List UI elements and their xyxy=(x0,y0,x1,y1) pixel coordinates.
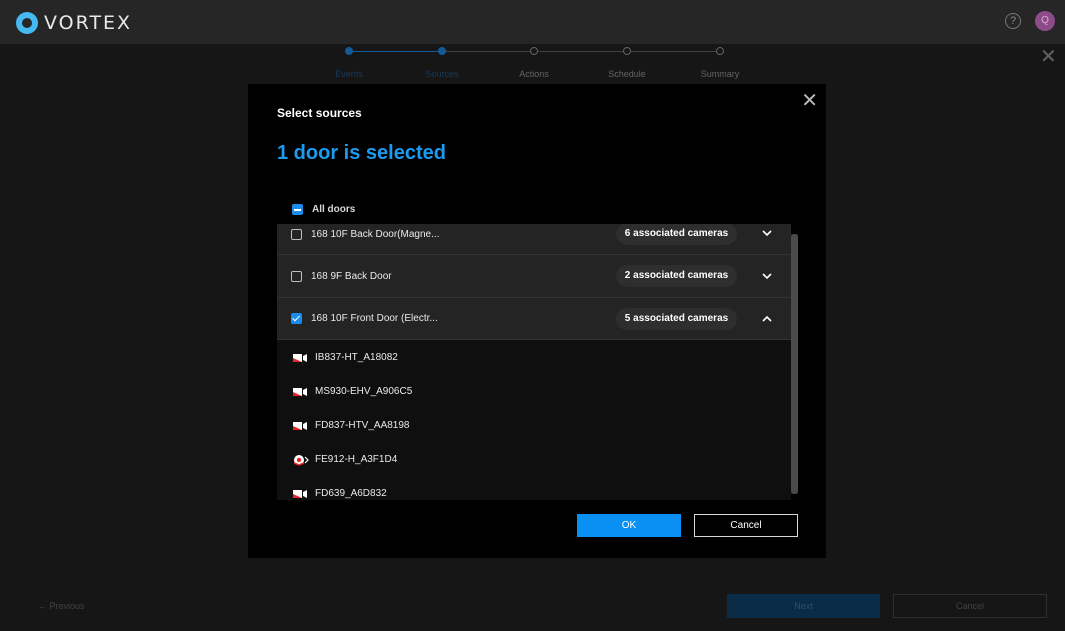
vortex-logo: VORTEX xyxy=(16,12,132,34)
associated-cameras-badge: 2 associated cameras xyxy=(616,265,737,287)
door-name: 168 10F Back Door(Magne... xyxy=(311,228,440,240)
camera-name: FD639_A6D832 xyxy=(315,487,387,499)
help-icon[interactable]: ? xyxy=(1005,13,1021,29)
camera-row: FE912-H_A3F1D4 xyxy=(277,442,791,476)
checkbox[interactable] xyxy=(291,270,302,282)
camera-name: FE912-H_A3F1D4 xyxy=(315,453,398,465)
select-sources-dialog: ✕ Select sources 1 door is selected All … xyxy=(248,84,826,558)
logo-text: VORTEX xyxy=(44,12,133,34)
logo-icon xyxy=(16,12,38,34)
door-row-expanded[interactable]: 168 10F Front Door (Electr... 5 associat… xyxy=(277,298,791,340)
associated-cameras-badge: 6 associated cameras xyxy=(616,224,737,245)
camera-name: MS930-EHV_A906C5 xyxy=(315,385,413,397)
camera-row: FD639_A6D832 xyxy=(277,476,791,500)
door-name: 168 9F Back Door xyxy=(311,270,392,282)
associated-cameras-badge: 5 associated cameras xyxy=(616,308,737,330)
scrollbar-thumb[interactable] xyxy=(791,234,798,494)
door-list: 168 10F Back Door(Magne... 6 associated … xyxy=(277,224,791,500)
chevron-down-icon[interactable] xyxy=(761,270,773,282)
avatar[interactable]: Q xyxy=(1035,11,1055,31)
chevron-up-icon[interactable] xyxy=(761,313,773,325)
bullet-camera-icon xyxy=(293,419,309,431)
camera-row: IB837-HT_A18082 xyxy=(277,340,791,374)
scrollbar[interactable] xyxy=(791,234,798,494)
bullet-camera-icon xyxy=(293,385,309,397)
selected-count: 1 door is selected xyxy=(277,142,446,164)
fisheye-camera-icon xyxy=(293,453,309,466)
dialog-title: Select sources xyxy=(277,106,362,120)
door-row[interactable]: 168 9F Back Door 2 associated cameras xyxy=(277,255,791,298)
cancel-button[interactable]: Cancel xyxy=(694,514,798,537)
bullet-camera-icon xyxy=(293,351,309,363)
camera-name: IB837-HT_A18082 xyxy=(315,351,398,363)
close-icon[interactable]: ✕ xyxy=(801,88,818,113)
bullet-camera-icon xyxy=(293,487,309,499)
door-row[interactable]: 168 10F Back Door(Magne... 6 associated … xyxy=(277,224,791,255)
camera-row: MS930-EHV_A906C5 xyxy=(277,374,791,408)
checked-checkbox-icon[interactable] xyxy=(291,313,302,324)
ok-button[interactable]: OK xyxy=(577,514,681,537)
all-doors-label: All doors xyxy=(312,204,356,215)
top-bar: VORTEX ? Q xyxy=(0,0,1065,44)
camera-name: FD837-HTV_AA8198 xyxy=(315,419,410,431)
checkbox[interactable] xyxy=(291,228,302,240)
door-name: 168 10F Front Door (Electr... xyxy=(311,313,438,324)
partial-checkbox-icon[interactable] xyxy=(292,204,303,215)
chevron-down-icon[interactable] xyxy=(761,227,773,239)
camera-row: FD837-HTV_AA8198 xyxy=(277,408,791,442)
all-doors-checkbox[interactable]: All doors xyxy=(292,204,355,215)
